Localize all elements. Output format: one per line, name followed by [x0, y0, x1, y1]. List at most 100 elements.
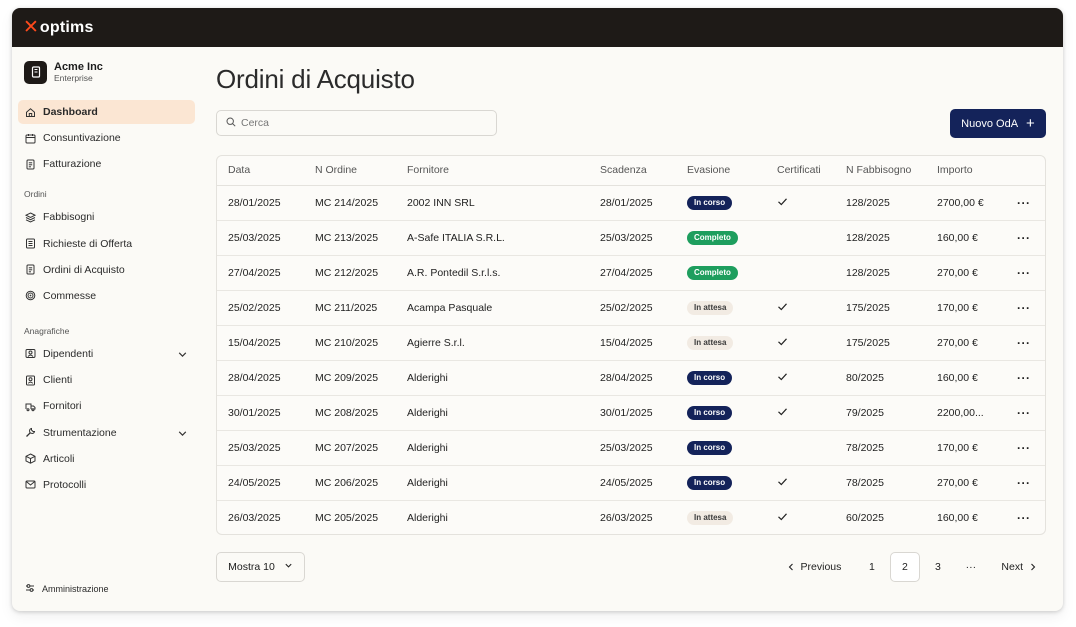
more-actions-icon[interactable]: ··· [1017, 196, 1031, 210]
cell-data: 25/02/2025 [217, 290, 304, 326]
sidebar-item-fatturazione[interactable]: Fatturazione [18, 152, 195, 176]
cell-ordine: MC 210/2025 [304, 325, 396, 361]
cell-data: 15/04/2025 [217, 325, 304, 361]
logo-text: optims [39, 18, 94, 36]
column-header[interactable]: Fornitore [396, 156, 589, 186]
sidebar-item-consuntivazione[interactable]: Consuntivazione [18, 126, 195, 150]
chevron-down-icon[interactable] [177, 428, 187, 438]
sidebar-item-protocolli[interactable]: Protocolli [18, 473, 195, 497]
cell-certificati [766, 290, 835, 326]
cell-fabbisogno: 78/2025 [835, 430, 926, 466]
cell-ordine: MC 206/2025 [304, 465, 396, 501]
check-icon [777, 302, 788, 315]
org-switcher[interactable]: Acme Inc Enterprise [18, 59, 195, 85]
status-badge: Completo [687, 265, 738, 280]
column-header[interactable]: Data [217, 156, 304, 186]
page-button-1[interactable]: 1 [857, 552, 887, 582]
app-window: ✕ optims Acme Inc Enterprise Dashboard Co… [12, 8, 1063, 611]
sidebar-item-ordini-di-acquisto[interactable]: Ordini di Acquisto [18, 258, 195, 282]
cell-scadenza: 26/03/2025 [600, 511, 653, 524]
new-order-button[interactable]: Nuovo OdA + [950, 109, 1046, 138]
cell-ordine: MC 213/2025 [304, 220, 396, 256]
column-header[interactable]: Evasione [676, 156, 766, 186]
cell-fornitore: Alderighi [396, 360, 589, 396]
cell-actions: ··· [1006, 220, 1045, 256]
admin-link[interactable]: Amministrazione [18, 583, 109, 595]
column-header[interactable]: Scadenza [589, 156, 676, 186]
chevron-down-icon[interactable] [177, 349, 187, 359]
more-actions-icon[interactable]: ··· [1017, 231, 1031, 245]
cell-data: 27/04/2025 [217, 255, 304, 291]
pagination-ellipsis[interactable]: ··· [956, 552, 986, 582]
page-button-2[interactable]: 2 [889, 552, 920, 582]
cell-fornitore: Agierre S.r.l. [396, 325, 589, 361]
cell-fabbisogno: 175/2025 [835, 325, 926, 361]
table-row[interactable]: 30/01/2025 MC 208/2025 Alderighi 30/01/2025… [217, 395, 1045, 431]
cell-ordine: MC 211/2025 [304, 290, 396, 326]
cell-importo: 270,00 € [926, 465, 1006, 501]
status-badge: In corso [687, 440, 733, 455]
sidebar-item-articoli[interactable]: Articoli [18, 447, 195, 471]
main-content: Ordini di Acquisto Nuovo OdA + DataN Ord… [216, 47, 1046, 611]
sidebar-item-fornitori[interactable]: Fornitori [18, 394, 195, 418]
sidebar-item-dashboard[interactable]: Dashboard [18, 100, 195, 124]
truck-icon [25, 401, 36, 412]
sidebar-item-dipendenti[interactable]: Dipendenti [18, 342, 195, 366]
sidebar-item-label: Consuntivazione [43, 132, 121, 145]
table-row[interactable]: 26/03/2025 MC 205/2025 Alderighi 26/03/2025… [217, 500, 1045, 534]
previous-page-button[interactable]: Previous [787, 552, 841, 582]
more-actions-icon[interactable]: ··· [1017, 266, 1031, 280]
column-header[interactable]: Certificati [766, 156, 835, 186]
sidebar-item-strumentazione[interactable]: Strumentazione [18, 421, 195, 445]
sidebar-item-label: Ordini di Acquisto [43, 263, 125, 276]
app-logo[interactable]: ✕ optims [23, 16, 94, 38]
page-size-select[interactable]: Mostra 10 [216, 552, 305, 582]
search-icon [226, 114, 236, 132]
search-box[interactable] [216, 110, 497, 136]
more-actions-icon[interactable]: ··· [1017, 441, 1031, 455]
cell-evasione: In corso [676, 395, 766, 431]
cell-scadenza: 30/01/2025 [589, 395, 676, 431]
column-header[interactable]: Importo [926, 156, 1006, 186]
status-badge: In corso [687, 195, 733, 210]
table-row[interactable]: 28/01/2025 MC 214/2025 2002 INN SRL 28/01/2… [217, 185, 1045, 221]
cell-importo: 170,00 € [926, 290, 1006, 326]
table-row[interactable]: 24/05/2025 MC 206/2025 Alderighi 24/05/2025… [217, 465, 1045, 501]
next-page-button[interactable]: Next [1001, 552, 1037, 582]
chevron-left-icon [787, 563, 795, 571]
more-actions-icon[interactable]: ··· [1017, 406, 1031, 420]
column-header[interactable]: N Fabbisogno [835, 156, 926, 186]
cell-fabbisogno: 128/2025 [835, 255, 926, 291]
table-row[interactable]: 25/02/2025 MC 211/2025 Acampa Pasquale 25/0… [217, 290, 1045, 326]
list-icon [25, 238, 36, 249]
more-actions-icon[interactable]: ··· [1017, 336, 1031, 350]
check-icon [777, 337, 788, 350]
logo-mark-icon: ✕ [23, 16, 39, 38]
cell-certificati [766, 325, 835, 361]
sidebar-item-clienti[interactable]: Clienti [18, 368, 195, 392]
column-header[interactable]: N Ordine [304, 156, 396, 186]
cell-actions: ··· [1006, 185, 1045, 221]
cell-importo: 270,00 € [926, 325, 1006, 361]
sidebar-item-commesse[interactable]: Commesse [18, 284, 195, 308]
cell-ordine: MC 212/2025 [304, 255, 396, 291]
column-header [1006, 156, 1045, 186]
table-row[interactable]: 28/04/2025 MC 209/2025 Alderighi 28/04/2025… [217, 360, 1045, 396]
cell-evasione: In corso [676, 185, 766, 221]
sidebar-item-label: Fabbisogni [43, 211, 95, 224]
new-order-label: Nuovo OdA [961, 117, 1019, 130]
table-row[interactable]: 25/03/2025 MC 207/2025 Alderighi 25/03/2025… [217, 430, 1045, 466]
sidebar-item-fabbisogni[interactable]: Fabbisogni [18, 205, 195, 229]
page-button-3[interactable]: 3 [923, 552, 953, 582]
section-label-ordini: Ordini [24, 189, 47, 200]
more-actions-icon[interactable]: ··· [1017, 511, 1031, 525]
table-row[interactable]: 27/04/2025 MC 212/2025 A.R. Pontedil S.r.l… [217, 255, 1045, 291]
more-actions-icon[interactable]: ··· [1017, 371, 1031, 385]
more-actions-icon[interactable]: ··· [1017, 476, 1031, 490]
search-input[interactable] [241, 117, 481, 129]
check-icon [777, 407, 788, 420]
sidebar-item-richieste-di-offerta[interactable]: Richieste di Offerta [18, 232, 195, 256]
more-actions-icon[interactable]: ··· [1017, 301, 1031, 315]
table-row[interactable]: 25/03/2025 MC 213/2025 A-Safe ITALIA S.R.L… [217, 220, 1045, 256]
table-row[interactable]: 15/04/2025 MC 210/2025 Agierre S.r.l. 15/04… [217, 325, 1045, 361]
